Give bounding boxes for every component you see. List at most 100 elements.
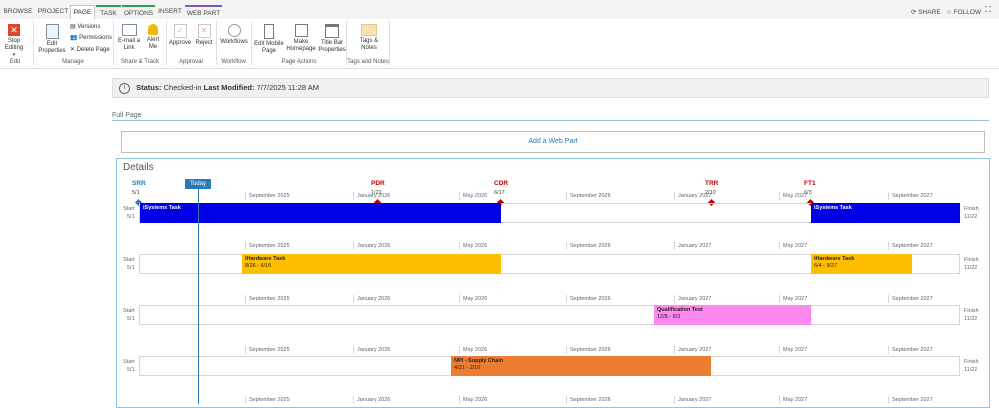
follow-button[interactable]: ☆ FOLLOW [946,8,981,16]
month-label: January 2027 [678,296,712,302]
month-label: September 2026 [570,347,611,353]
info-icon: i [119,82,130,94]
add-web-part-link[interactable]: Add a Web Part [121,131,985,153]
start-label: Start [123,206,135,212]
month-tick [674,242,675,250]
month-label: September 2026 [570,296,611,302]
month-label: January 2027 [678,347,712,353]
edit-mobile-page-button[interactable]: Edit Mobile Page [253,24,285,55]
month-tick [888,396,889,404]
tab-project[interactable]: PROJECT [36,5,70,19]
today-marker[interactable]: Today [185,179,211,189]
group-label-tags-notes: Tags and Notes [347,59,389,65]
task-bar[interactable]: iHardware Task 8/26 - 6/16 [242,254,501,274]
group-label-manage: Manage [62,59,84,65]
month-label: May 2026 [463,347,488,353]
email-link-button[interactable]: E-mail a Link [116,24,142,52]
month-label: May 2026 [463,193,488,199]
edit-properties-button[interactable]: Edit Properties [36,24,68,55]
start-date: 5/1 [127,265,135,271]
focus-content-icon[interactable]: ⛶ [985,5,991,15]
tab-options[interactable]: OPTIONS [122,5,155,19]
stop-editing-button[interactable]: ✕ Stop Editing ▾ [0,24,30,59]
task-bar[interactable]: iSystems Task [811,203,960,223]
milestone-label: PDR [371,180,385,187]
month-label: September 2027 [892,193,933,199]
tags-notes-button[interactable]: Tags & Notes [355,24,383,52]
milestone-label: SRR [132,180,146,187]
task-bar[interactable]: Qualification Test 12/8 - 6/3 [654,305,811,325]
delete-page-button[interactable]: ✕ Delete Page [70,46,110,54]
separator [113,21,114,65]
month-label: January 2026 [357,243,391,249]
bell-icon [148,24,158,35]
month-tick [459,295,460,303]
separator [251,21,252,65]
task-bar[interactable]: NPI - Supply Chain 4/21 - 2/10 [451,356,711,376]
tab-browse[interactable]: BROWSE [2,5,34,19]
tab-task[interactable]: TASK [96,5,121,19]
share-icon: ⟳ [911,9,917,16]
share-button[interactable]: ⟳ SHARE [911,8,941,16]
task-dates: 8/26 - 6/16 [245,263,272,269]
task-name: NPI - Supply Chain [454,358,504,364]
versions-button[interactable]: ▤ Versions [70,23,100,31]
month-tick [674,396,675,404]
tab-web-part[interactable]: WEB PART [185,5,222,19]
month-tick [779,295,780,303]
status-bar: i Status: Checked-in Last Modified: 7/7/… [112,78,989,98]
month-tick [566,346,567,354]
month-tick [245,242,246,250]
status-label: Status: [136,83,162,92]
month-tick [566,192,567,200]
group-label-share-track: Share & Track [120,59,159,65]
task-bar[interactable]: iSystems Task [140,203,501,223]
web-part-title: Details [123,162,154,173]
permissions-button[interactable]: 👥 Permissions [70,34,112,42]
make-homepage-button[interactable]: Make Homepage [286,24,316,53]
finish-label: Finish [964,257,979,263]
month-label: May 2027 [783,296,808,302]
month-tick [353,346,354,354]
month-label: September 2025 [249,397,290,403]
month-label: September 2026 [570,397,611,403]
month-tick [779,242,780,250]
ribbon: ✕ Stop Editing ▾ Edit Properties ▤ Versi… [0,19,999,69]
title-bar-icon [325,24,339,38]
month-tick [353,295,354,303]
start-label: Start [123,308,135,314]
reject-icon: ✕ [197,24,211,38]
star-icon: ☆ [946,9,952,16]
zone-border [112,120,989,121]
task-bar[interactable]: iHardware Task 6/4 - 9/27 [811,254,912,274]
month-tick [245,396,246,404]
month-tick [779,346,780,354]
home-icon [294,24,308,37]
month-label: January 2026 [357,397,391,403]
month-label: September 2027 [892,347,933,353]
month-label: September 2025 [249,347,290,353]
month-tick [888,242,889,250]
month-tick [566,242,567,250]
tab-page[interactable]: PAGE [70,5,95,19]
start-date: 5/1 [127,316,135,322]
close-icon: ✕ [8,24,20,36]
month-tick [245,295,246,303]
modified-value: 7/7/2025 11:28 AM [256,83,319,92]
finish-date: 11/22 [964,214,978,220]
month-tick [353,242,354,250]
today-line [198,189,199,404]
alert-me-button[interactable]: Alert Me [143,24,163,51]
tab-insert[interactable]: INSERT [156,5,184,19]
reject-button[interactable]: ✕ Reject [193,24,215,47]
month-label: September 2027 [892,397,933,403]
milestone-label: TRR [705,180,719,187]
status-value: Checked-in [163,83,202,92]
task-name: iSystems Task [814,205,852,211]
approve-button[interactable]: ✓ Approve [168,24,192,47]
versions-icon: ▤ [70,24,76,30]
title-bar-properties-button[interactable]: Title Bar Properties [317,24,347,54]
month-label: May 2026 [463,296,488,302]
month-tick [888,192,889,200]
workflows-button[interactable]: Workflows [218,24,250,46]
